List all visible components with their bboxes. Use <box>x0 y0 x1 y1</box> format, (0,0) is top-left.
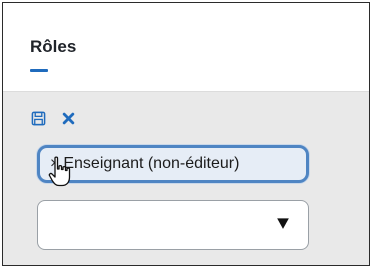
cancel-button[interactable] <box>60 110 76 126</box>
floppy-disk-icon <box>31 111 45 125</box>
role-tag-label: Enseignant (non-éditeur) <box>63 155 240 172</box>
page-title: Rôles <box>30 37 77 56</box>
x-icon <box>62 112 74 124</box>
title-underline <box>30 69 48 72</box>
remove-tag-button[interactable]: × <box>50 155 59 173</box>
roles-header: Rôles <box>3 3 369 92</box>
role-select[interactable] <box>37 200 309 250</box>
save-button[interactable] <box>30 110 46 126</box>
roles-editor: Rôles × Enseignant (non-éditeur) <box>2 2 370 266</box>
role-tag[interactable]: × Enseignant (non-éditeur) <box>37 145 309 183</box>
triangle-down-icon <box>277 218 289 229</box>
roles-edit-panel: × Enseignant (non-éditeur) <box>3 92 369 265</box>
